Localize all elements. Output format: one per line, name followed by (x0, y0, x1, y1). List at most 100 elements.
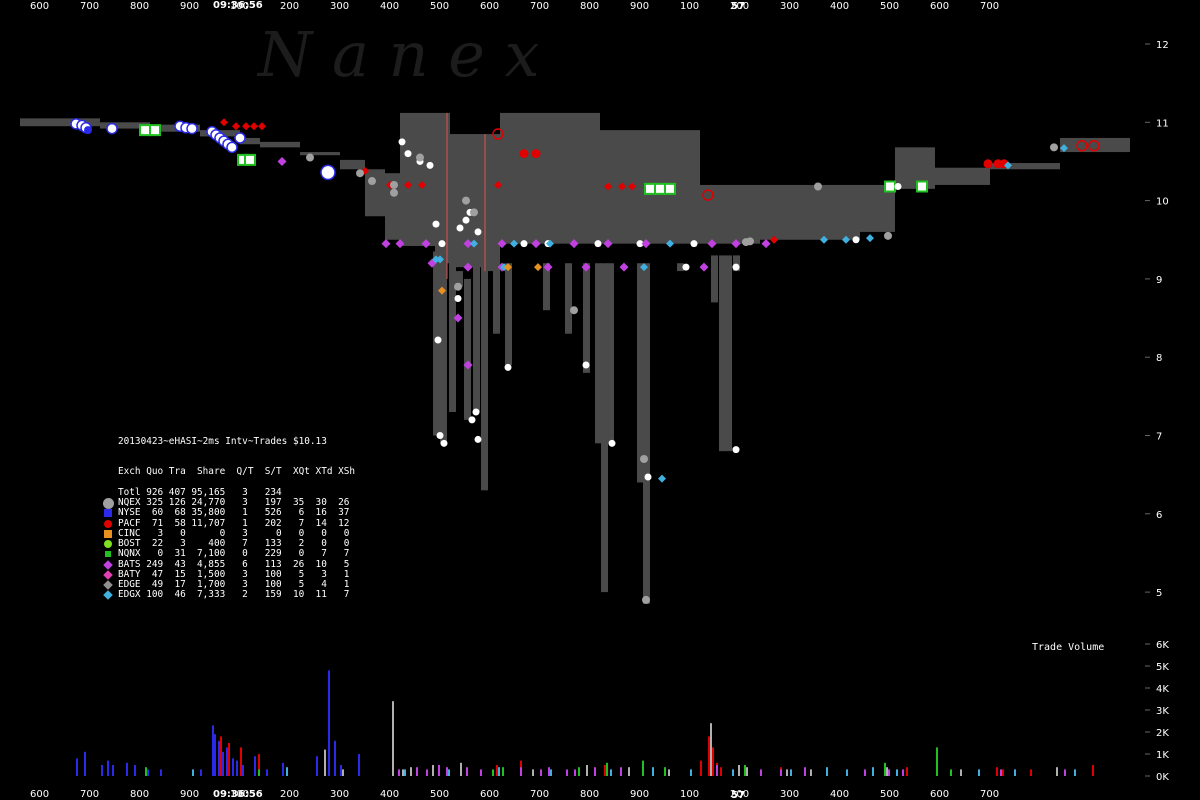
volume-bar-edgx (826, 767, 828, 776)
x-tick-bottom-600: 600 (930, 789, 949, 800)
nqex-trade (440, 439, 448, 447)
volume-bar-edgx (286, 767, 288, 776)
quote-spike (595, 263, 602, 444)
edgx-trade (866, 234, 874, 243)
spread-segment (760, 184, 800, 240)
volume-bar-nqex (532, 769, 534, 776)
nqex-trade (436, 432, 444, 439)
nqex-quote (390, 180, 398, 189)
volume-bar-nyse (101, 765, 103, 776)
volume-bar-bost (744, 765, 746, 776)
nqex-quote (306, 153, 314, 162)
volume-bar-nyse (126, 762, 128, 776)
volume-bar-edgx (550, 769, 552, 776)
volume-bar-bats (540, 769, 542, 776)
x-tick-bottom-800: 800 (580, 789, 599, 800)
volume-bar-bats (574, 769, 576, 776)
cinc-trade (534, 263, 542, 272)
x-tick-top-400: 400 (830, 1, 849, 12)
volume-bar-edgx (790, 769, 792, 776)
pacf-trade (983, 159, 993, 169)
nyse-trade (84, 126, 92, 135)
volume-bar-bats (716, 765, 718, 776)
spread-segment (400, 112, 435, 247)
spread-segment (895, 147, 935, 189)
volume-bar-nyse (222, 751, 224, 776)
price-axis: 12 11 10 9 8 7 6 5 (1145, 40, 1169, 599)
volume-bar-bats (520, 767, 522, 776)
x-tick-bottom-200: 200 (280, 789, 299, 800)
nqex-quote (1050, 143, 1058, 152)
nqex-trade (472, 408, 480, 416)
volume-bar-nyse (212, 725, 214, 776)
volume-bar-edgx (846, 769, 848, 776)
volume-bar-nqex (668, 769, 670, 776)
nqex-trade (454, 294, 462, 302)
nqex-quote (454, 282, 462, 291)
quote-spike (565, 263, 572, 334)
bats-trade (619, 262, 629, 272)
price-tick-10: 10 (1156, 197, 1169, 208)
volume-bar-nyse (107, 760, 109, 776)
nyse-trade (226, 141, 238, 154)
volume-bar-nqex (324, 749, 326, 776)
pacf-trade (531, 149, 541, 159)
volume-bar-bats (480, 769, 482, 776)
nqnx-trade (244, 153, 256, 166)
x-tick-bottom-600: 600 (480, 789, 499, 800)
nqex-quote (390, 188, 398, 197)
nqex-trade (608, 439, 616, 447)
nqex-trade (594, 240, 602, 248)
volume-bar-nqex (392, 701, 394, 776)
x-tick-top-300: 300 (780, 1, 799, 12)
bats-trade (699, 262, 709, 272)
volume-bar-nyse (340, 765, 342, 776)
volume-bar-pacf (906, 767, 908, 776)
x-tick-top-300: 300 (330, 1, 349, 12)
nqex-trade (644, 473, 652, 481)
volume-bar-edgx (448, 769, 450, 776)
volume-bar-nqex (786, 769, 788, 776)
volume-bar-nqex (432, 765, 434, 776)
nyse-trade (186, 122, 198, 135)
nyse-trade (234, 132, 246, 144)
nqex-trade (474, 228, 482, 236)
volume-tick-5K: 5K (1156, 662, 1169, 673)
quote-spike (643, 263, 650, 604)
x-tick-top-800: 800 (580, 1, 599, 12)
nqex-quote (814, 182, 822, 191)
volume-bar-bats (620, 767, 622, 776)
volume-bar-pacf (228, 743, 230, 776)
volume-tick-3K: 3K (1156, 706, 1169, 717)
volume-bar-nqex (746, 767, 748, 776)
nqex-quote (462, 196, 470, 205)
volume-bar-bost (606, 762, 608, 776)
x-tick-bottom-700: 700 (980, 789, 999, 800)
x-tick-top-700: 700 (980, 1, 999, 12)
quote-spike (505, 263, 512, 366)
nqnx-trade (654, 182, 666, 195)
quote-spike (637, 263, 644, 483)
volume-bar-nyse (232, 758, 234, 776)
nqex-trade (732, 446, 740, 454)
price-tick-12: 12 (1156, 40, 1169, 51)
nqex-quote (640, 454, 648, 463)
nqnx-trade (884, 180, 896, 193)
exchange-marker-icon (104, 540, 112, 548)
volume-bar-bats (466, 767, 468, 776)
nyse-trade (320, 164, 336, 181)
nqex-trade (456, 224, 464, 232)
nqex-quote (742, 238, 750, 247)
volume-bar-bats (902, 769, 904, 776)
volume-tick-6K: 6K (1156, 640, 1169, 651)
volume-bar-nyse (316, 756, 318, 776)
x-tick-top-800: 800 (130, 1, 149, 12)
quote-spike (433, 251, 440, 436)
spread-segment (800, 184, 860, 240)
x-tick-top-400: 400 (380, 1, 399, 12)
price-tick-5: 5 (1156, 588, 1162, 599)
volume-bar-edgx (690, 769, 692, 776)
volume-bars (76, 670, 1094, 776)
nqnx-trade (916, 180, 928, 193)
x-tick-bottom-300: 300 (780, 789, 799, 800)
